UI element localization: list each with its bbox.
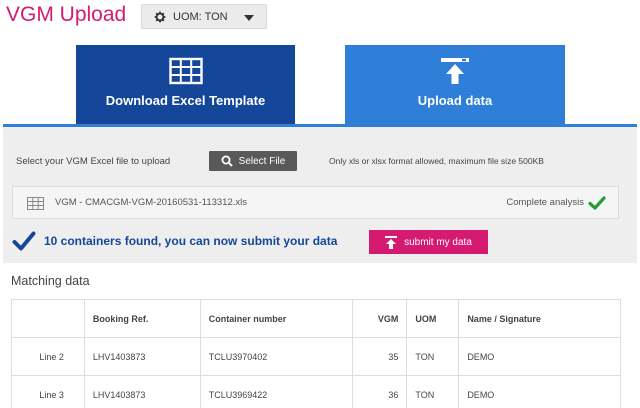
cell-line: Line 2	[11, 337, 85, 376]
table-grid-icon	[27, 197, 44, 210]
matching-data-title: Matching data	[11, 274, 90, 288]
search-icon	[221, 155, 233, 167]
cell-name-signature: DEMO	[458, 337, 621, 376]
cell-booking-ref: LHV1403873	[83, 337, 201, 376]
format-note: Only xls or xlsx format allowed, maximum…	[329, 156, 544, 166]
table-row: Line 3 LHV1403873 TCLU3969422 36 TON DEM…	[11, 375, 621, 408]
select-file-button-label: Select File	[238, 155, 286, 167]
submit-data-button-label: submit my data	[404, 236, 472, 248]
check-icon	[588, 196, 606, 210]
column-header-vgm: VGM	[352, 299, 408, 338]
column-header-name-signature: Name / Signature	[458, 299, 621, 338]
upload-arrow-icon	[441, 58, 469, 84]
cell-container-number: TCLU3970402	[199, 337, 354, 376]
submit-data-button[interactable]: submit my data	[369, 230, 488, 254]
page-title: VGM Upload	[6, 3, 127, 26]
gear-icon	[154, 11, 166, 22]
column-header-booking-ref: Booking Ref.	[83, 299, 201, 338]
tab-download-label: Download Excel Template	[105, 93, 266, 108]
uom-dropdown[interactable]: UOM: TON	[141, 4, 267, 29]
tab-download-template[interactable]: Download Excel Template	[76, 45, 295, 124]
cell-vgm: 36	[352, 375, 408, 408]
containers-found-message: 10 containers found, you can now submit …	[44, 234, 338, 248]
cell-vgm: 35	[352, 337, 408, 376]
matching-data-table: Booking Ref. Container number VGM UOM Na…	[11, 299, 621, 408]
cell-booking-ref: LHV1403873	[83, 375, 201, 408]
column-header-container-number: Container number	[199, 299, 354, 338]
cell-name-signature: DEMO	[458, 375, 621, 408]
file-name: VGM - CMACGM-VGM-20160531-113312.xls	[55, 197, 247, 208]
table-header-row: Booking Ref. Container number VGM UOM Na…	[11, 299, 621, 338]
tab-upload-data[interactable]: Upload data	[345, 45, 565, 125]
uploaded-file-row: VGM - CMACGM-VGM-20160531-113312.xls Com…	[12, 186, 619, 219]
upload-arrow-icon	[385, 235, 398, 249]
column-header-line	[11, 299, 85, 338]
chevron-down-icon	[244, 15, 254, 21]
uom-label: UOM: TON	[173, 10, 228, 23]
cell-uom: TON	[406, 375, 460, 408]
tab-upload-label: Upload data	[417, 93, 493, 108]
cell-container-number: TCLU3969422	[199, 375, 354, 408]
table-grid-icon	[168, 57, 203, 85]
select-file-label: Select your VGM Excel file to upload	[16, 156, 171, 167]
analysis-status: Complete analysis	[506, 197, 584, 208]
table-row: Line 2 LHV1403873 TCLU3970402 35 TON DEM…	[11, 337, 621, 376]
cell-uom: TON	[406, 337, 460, 376]
check-icon	[12, 231, 36, 251]
cell-line: Line 3	[11, 375, 85, 408]
select-file-button[interactable]: Select File	[209, 151, 297, 171]
column-header-uom: UOM	[406, 299, 460, 338]
